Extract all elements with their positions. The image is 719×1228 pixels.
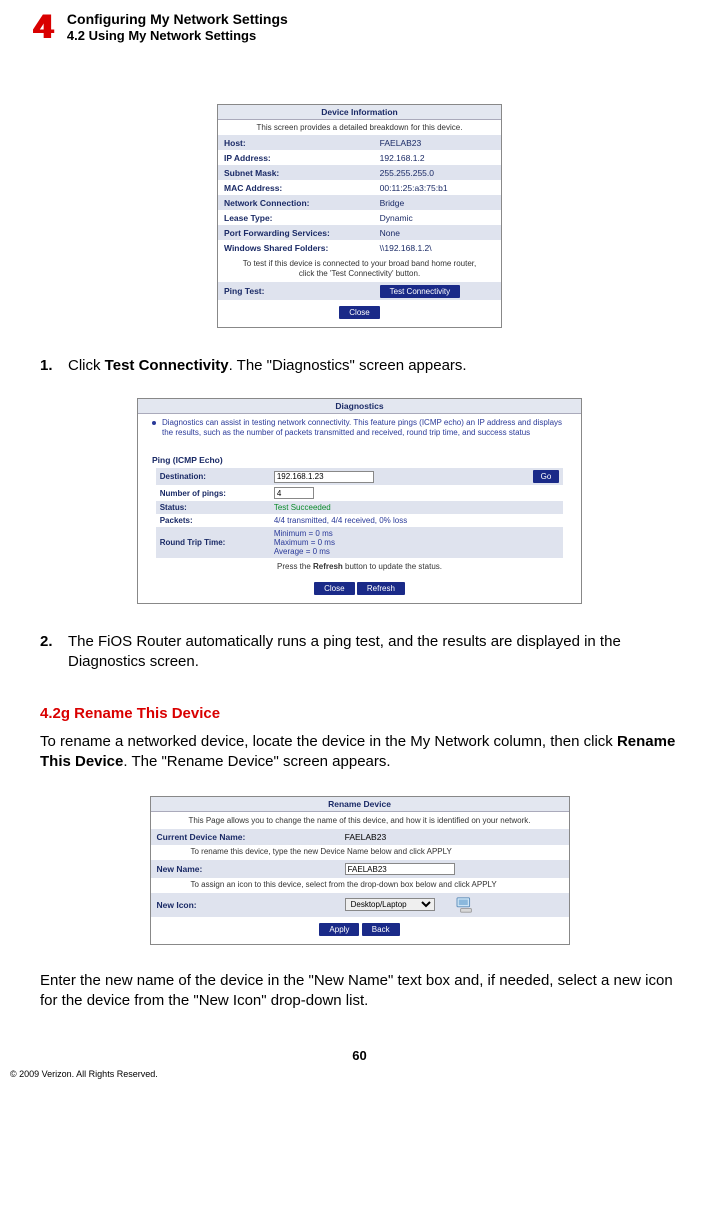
status-value: Test Succeeded xyxy=(270,501,563,514)
step-number: 2. xyxy=(40,632,68,673)
lease-value: Dynamic xyxy=(374,210,501,225)
rename-outro: Enter the new name of the device in the … xyxy=(40,971,679,1012)
step-1: 1. Click Test Connectivity. The "Diagnos… xyxy=(40,356,679,376)
step-text: The FiOS Router automatically runs a pin… xyxy=(68,632,679,673)
back-button[interactable]: Back xyxy=(362,923,400,936)
destination-input[interactable] xyxy=(274,471,374,483)
chapter-title: Configuring My Network Settings xyxy=(67,11,288,27)
step-text: Click Test Connectivity. The "Diagnostic… xyxy=(68,356,679,376)
device-icon xyxy=(455,896,477,914)
current-name-value: FAELAB23 xyxy=(339,829,569,845)
panel-subtitle: This screen provides a detailed breakdow… xyxy=(218,120,501,135)
shared-label: Windows Shared Folders: xyxy=(218,240,374,255)
current-name-label: Current Device Name: xyxy=(151,829,339,845)
test-connectivity-button[interactable]: Test Connectivity xyxy=(380,285,460,298)
copyright: © 2009 Verizon. All Rights Reserved. xyxy=(10,1069,689,1079)
panel-title: Diagnostics xyxy=(138,399,581,414)
rename-intro: To rename a networked device, locate the… xyxy=(40,732,679,773)
rtt-value: Minimum = 0 ms Maximum = 0 ms Average = … xyxy=(270,527,563,558)
ping-test-label: Ping Test: xyxy=(218,282,374,300)
packets-value: 4/4 transmitted, 4/4 received, 0% loss xyxy=(270,514,563,527)
status-label: Status: xyxy=(156,501,270,514)
num-pings-input[interactable] xyxy=(274,487,314,499)
destination-label: Destination: xyxy=(156,468,270,485)
netconn-value: Bridge xyxy=(374,195,501,210)
rename-note1: To rename this device, type the new Devi… xyxy=(151,845,569,860)
host-label: Host: xyxy=(218,135,374,150)
close-button[interactable]: Close xyxy=(314,582,354,595)
rename-device-panel: Rename Device This Page allows you to ch… xyxy=(150,796,570,945)
mac-label: MAC Address: xyxy=(218,180,374,195)
step-2: 2. The FiOS Router automatically runs a … xyxy=(40,632,679,673)
go-button[interactable]: Go xyxy=(533,470,560,483)
chapter-header: 4 Configuring My Network Settings 4.2 Us… xyxy=(30,10,689,44)
rename-note2: To assign an icon to this device, select… xyxy=(151,878,569,893)
rtt-label: Round Trip Time: xyxy=(156,527,270,558)
shared-value: \\192.168.1.2\ xyxy=(374,240,501,255)
refresh-note: Press the Refresh button to update the s… xyxy=(138,558,581,576)
step-number: 1. xyxy=(40,356,68,376)
diagnostics-desc: Diagnostics can assist in testing networ… xyxy=(162,418,567,438)
mac-value: 00:11:25:a3:75:b1 xyxy=(374,180,501,195)
connectivity-note: To test if this device is connected to y… xyxy=(218,255,501,282)
device-info-table: Host:FAELAB23 IP Address:192.168.1.2 Sub… xyxy=(218,135,501,255)
page-number: 60 xyxy=(30,1048,689,1063)
portfwd-value: None xyxy=(374,225,501,240)
ip-value: 192.168.1.2 xyxy=(374,150,501,165)
new-icon-label: New Icon: xyxy=(151,893,339,917)
new-name-label: New Name: xyxy=(151,860,339,878)
ping-section-label: Ping (ICMP Echo) xyxy=(138,452,581,468)
close-button[interactable]: Close xyxy=(339,306,379,319)
refresh-button[interactable]: Refresh xyxy=(357,582,405,595)
subnet-label: Subnet Mask: xyxy=(218,165,374,180)
packets-label: Packets: xyxy=(156,514,270,527)
subnet-value: 255.255.255.0 xyxy=(374,165,501,180)
apply-button[interactable]: Apply xyxy=(319,923,359,936)
netconn-label: Network Connection: xyxy=(218,195,374,210)
host-value: FAELAB23 xyxy=(374,135,501,150)
portfwd-label: Port Forwarding Services: xyxy=(218,225,374,240)
ip-label: IP Address: xyxy=(218,150,374,165)
subsection-heading: 4.2g Rename This Device xyxy=(40,705,679,722)
device-info-panel: Device Information This screen provides … xyxy=(217,104,502,328)
panel-title: Device Information xyxy=(218,105,501,120)
lease-label: Lease Type: xyxy=(218,210,374,225)
num-pings-label: Number of pings: xyxy=(156,485,270,501)
panel-title: Rename Device xyxy=(151,797,569,812)
chapter-number: 4 xyxy=(34,10,53,44)
chapter-subtitle: 4.2 Using My Network Settings xyxy=(67,28,288,43)
chapter-titles: Configuring My Network Settings 4.2 Usin… xyxy=(67,10,288,43)
diagnostics-panel: Diagnostics Diagnostics can assist in te… xyxy=(137,398,582,604)
new-name-input[interactable] xyxy=(345,863,455,875)
panel-subtitle: This Page allows you to change the name … xyxy=(151,812,569,829)
bullet-icon xyxy=(152,421,156,425)
new-icon-select[interactable]: Desktop/Laptop xyxy=(345,898,435,911)
